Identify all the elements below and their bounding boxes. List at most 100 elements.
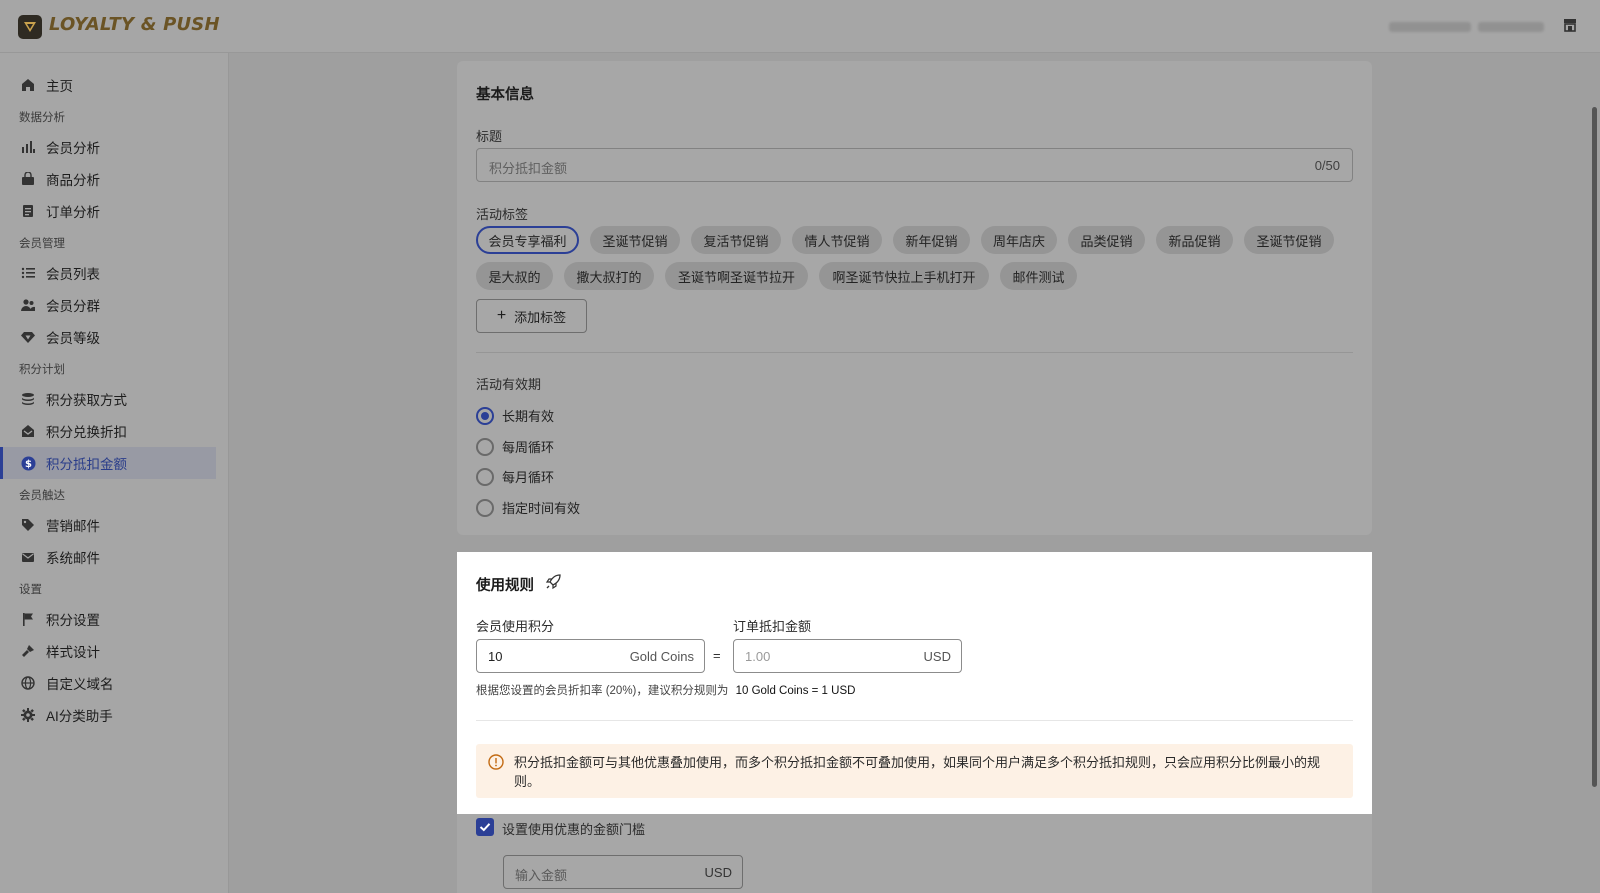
account-name-redacted [1389,22,1471,32]
radio-icon [476,437,494,456]
sidebar-item-ai-assistant[interactable]: AI分类助手 [0,699,216,731]
sidebar-item-label: 自定义域名 [46,677,114,692]
sidebar-item-label: 会员等级 [46,331,100,346]
sidebar-item-label: 会员列表 [46,267,100,282]
sidebar-item-points-redeem-discount[interactable]: 积分兑换折扣 [0,415,216,447]
tag-chip[interactable]: 情人节促销 [792,226,882,254]
tag-chip[interactable]: 是大叔的 [476,262,553,290]
envelope-icon [20,549,36,565]
add-tag-button[interactable]: + 添加标签 [476,299,587,333]
amount-input[interactable]: 1.00 USD [733,639,962,673]
sidebar-item-member-list[interactable]: 会员列表 [0,257,216,289]
tag-chip[interactable]: 周年店庆 [981,226,1057,254]
nav-group-settings: 设置 [19,584,42,596]
tag-chip[interactable]: 新品促销 [1156,226,1233,254]
store-name-redacted [1478,22,1544,32]
document-icon [20,203,36,219]
users-icon [20,297,36,313]
validity-option-weekly[interactable]: 每周循环 [476,437,554,456]
sidebar-item-marketing-email[interactable]: 营销邮件 [0,509,216,541]
page-scrollbar[interactable] [1592,107,1597,787]
sidebar-item-points-settings[interactable]: 积分设置 [0,603,216,635]
tag-chip[interactable]: 啊圣诞节快拉上手机打开 [819,262,989,290]
sidebar-item-label: 系统邮件 [46,551,100,566]
top-bar: LOYALTY & PUSH [0,0,1600,53]
sidebar-item-label: 积分兑换折扣 [46,425,127,440]
tag-chip[interactable]: 撒大叔打的 [564,262,654,290]
sidebar-item-label: 积分设置 [46,613,100,628]
shopping-bag-icon [20,171,36,187]
sidebar: 主页 数据分析 会员分析 商品分析 订单分析 会员管理 会员列表 会员分群 会员… [0,53,229,893]
paint-brush-icon [20,643,36,659]
diamond-icon [20,329,36,345]
list-icon [20,265,36,281]
alert-text: 积分抵扣金额可与其他优惠叠加使用，而多个积分抵扣金额不可叠加使用，如果同个用户满… [514,755,1321,789]
validity-option-monthly[interactable]: 每月循环 [476,467,554,486]
title-input[interactable]: 积分抵扣金额 0/50 [476,148,1353,182]
validity-option-long-term[interactable]: 长期有效 [476,406,554,425]
sidebar-item-custom-domain[interactable]: 自定义域名 [0,667,216,699]
sidebar-item-product-analysis[interactable]: 商品分析 [0,163,216,195]
tag-chip[interactable]: 圣诞节促销 [1244,226,1334,254]
sidebar-item-label: 积分抵扣金额 [46,457,127,472]
sidebar-item-system-email[interactable]: 系统邮件 [0,541,216,573]
brand-name: LOYALTY & PUSH [49,14,220,35]
plus-icon: + [496,307,507,324]
validity-label: 活动有效期 [476,377,542,392]
validity-option-specified[interactable]: 指定时间有效 [476,498,580,517]
basic-info-title: 基本信息 [476,87,534,103]
sidebar-item-label: 会员分析 [46,141,100,156]
basic-info-card [457,61,1372,535]
sidebar-item-label: AI分类助手 [46,709,113,724]
dollar-circle-icon: $ [20,455,36,471]
mail-open-icon [20,423,36,439]
bar-chart-icon [20,139,36,155]
sidebar-item-member-analysis[interactable]: 会员分析 [0,131,216,163]
amount-unit: USD [923,649,951,664]
title-label: 标题 [476,129,503,144]
warning-icon [488,754,504,773]
points-input-value: 10 [488,649,503,664]
radio-label: 长期有效 [502,409,555,424]
sidebar-item-label: 主页 [46,79,73,94]
sidebar-item-label: 商品分析 [46,173,100,188]
sidebar-item-order-analysis[interactable]: 订单分析 [0,195,216,227]
svg-text:$: $ [25,459,32,470]
sidebar-item-points-earn[interactable]: 积分获取方式 [0,383,216,415]
sidebar-item-member-levels[interactable]: 会员等级 [0,321,216,353]
title-input-placeholder: 积分抵扣金额 [489,161,568,176]
sidebar-item-home[interactable]: 主页 [0,69,216,101]
home-icon [20,77,36,93]
sidebar-item-member-segments[interactable]: 会员分群 [0,289,216,321]
add-tag-label: 添加标签 [514,309,567,325]
points-label: 会员使用积分 [476,619,555,634]
nav-group-member-reach: 会员触达 [19,490,65,502]
points-input[interactable]: 10 Gold Coins [476,639,705,673]
flag-icon [20,611,36,627]
radio-label: 每周循环 [502,440,555,455]
sidebar-item-points-deduct-amount[interactable]: $ 积分抵扣金额 [0,447,216,479]
sidebar-item-label: 积分获取方式 [46,393,127,408]
threshold-amount-input[interactable]: 输入金额 USD [503,855,743,889]
radio-label: 每月循环 [502,470,555,485]
tag-chip[interactable]: 圣诞节啊圣诞节拉开 [665,262,808,290]
brand-logo-icon [18,15,42,39]
section-divider [476,720,1353,721]
tag-chip[interactable]: 邮件测试 [1000,262,1077,290]
points-rule-suggestion: 10 Gold Coins = 1 USD [735,685,856,697]
tag-chip[interactable]: 品类促销 [1068,226,1145,254]
sidebar-item-style-design[interactable]: 样式设计 [0,635,216,667]
store-icon[interactable] [1563,18,1577,35]
tag-chip[interactable]: 圣诞节促销 [590,226,680,254]
stacking-warning-alert: 积分抵扣金额可与其他优惠叠加使用，而多个积分抵扣金额不可叠加使用，如果同个用户满… [476,744,1353,798]
tag-chip[interactable]: 复活节促销 [691,226,781,254]
amount-input-placeholder: 1.00 [745,649,771,664]
threshold-checkbox[interactable] [476,818,494,836]
nav-group-points-plan: 积分计划 [19,364,65,376]
tag-chip[interactable]: 新年促销 [893,226,970,254]
points-rule-hint-text: 根据您设置的会员折扣率 (20%)，建议积分规则为 [476,685,729,697]
usage-rules-title: 使用规则 [476,578,534,594]
tag-chip[interactable]: 会员专享福利 [476,226,579,254]
rocket-icon [545,573,562,593]
globe-icon [20,675,36,691]
